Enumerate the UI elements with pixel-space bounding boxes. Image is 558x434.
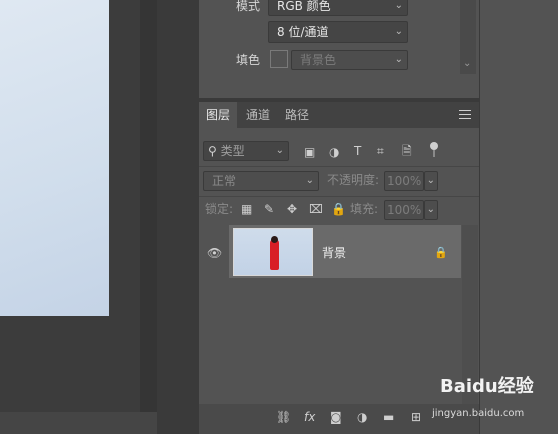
- link-icon[interactable]: ⛓: [276, 410, 291, 424]
- canvas-horizontal-scrollbar[interactable]: [0, 412, 157, 434]
- smart-object-filter-icon[interactable]: 🗎: [402, 144, 412, 158]
- lock-transparent-pixels-icon[interactable]: ▦: [241, 202, 252, 216]
- divider: [199, 166, 479, 167]
- shape-layer-filter-icon[interactable]: ⌗: [377, 144, 384, 158]
- baidu-watermark-url: jingyan.baidu.com: [432, 408, 525, 419]
- bit-depth-select[interactable]: 8 位/通道 ⌄: [268, 21, 408, 43]
- thumbnail-figure: [270, 239, 279, 270]
- opacity-dropdown[interactable]: ⌄: [424, 171, 438, 191]
- new-layer-icon[interactable]: ⊞: [411, 410, 421, 424]
- lock-artboard-icon[interactable]: ⌧: [309, 202, 323, 216]
- chevron-down-icon: ⌄: [426, 204, 435, 215]
- blend-mode-value: 正常: [212, 174, 237, 188]
- fx-icon[interactable]: fx: [304, 410, 315, 424]
- group-folder-icon[interactable]: ▬: [383, 410, 394, 424]
- mode-select-value: RGB 颜色: [277, 0, 331, 13]
- divider: [199, 196, 479, 197]
- adjustment-icon[interactable]: ◑: [357, 410, 367, 424]
- document-image[interactable]: [0, 0, 109, 316]
- panel-menu-icon[interactable]: [459, 110, 471, 120]
- layer-filter-value: 类型: [220, 144, 245, 158]
- lock-label: 锁定:: [205, 202, 234, 216]
- adjustment-layer-filter-icon[interactable]: ◑: [329, 145, 339, 159]
- search-icon: ⚲: [208, 144, 217, 158]
- eye-icon[interactable]: 👁: [207, 246, 222, 260]
- baidu-watermark: Baidu经验: [440, 376, 534, 397]
- lock-icon: 🔒: [434, 246, 448, 259]
- fill-input[interactable]: 100%: [384, 200, 424, 220]
- chevron-down-icon: ⌄: [394, 0, 403, 11]
- chevron-down-icon: ⌄: [305, 175, 314, 186]
- mode-select[interactable]: RGB 颜色 ⌄: [268, 0, 408, 16]
- type-layer-filter-icon[interactable]: T: [354, 144, 361, 158]
- layer-filter-select[interactable]: ⚲ 类型 ⌄: [203, 141, 289, 161]
- layer-name[interactable]: 背景: [322, 245, 346, 261]
- filter-toggle-icon[interactable]: [430, 142, 438, 150]
- tab-paths[interactable]: 路径: [279, 102, 315, 128]
- fill-select-value: 背景色: [300, 53, 337, 67]
- fill-color-swatch[interactable]: [270, 50, 288, 68]
- lock-position-icon[interactable]: ✥: [287, 202, 297, 216]
- fill-dropdown[interactable]: ⌄: [424, 200, 438, 220]
- chevron-down-icon: ⌄: [275, 145, 284, 156]
- canvas-vertical-scrollbar[interactable]: [140, 0, 157, 412]
- fill-color-label: 填色: [236, 53, 261, 67]
- fill-label: 填充:: [350, 202, 379, 216]
- chevron-down-icon[interactable]: ⌄: [463, 58, 471, 69]
- bit-depth-value: 8 位/通道: [277, 25, 329, 39]
- opacity-label: 不透明度:: [327, 173, 380, 187]
- opacity-input[interactable]: 100%: [384, 171, 424, 191]
- thumbnail-figure-head: [271, 236, 278, 243]
- pixel-layer-filter-icon[interactable]: ▣: [304, 145, 315, 159]
- chevron-down-icon: ⌄: [394, 54, 403, 65]
- tab-layers[interactable]: 图层: [199, 102, 237, 128]
- right-dock: [480, 0, 558, 434]
- filter-toggle-stem: [433, 150, 435, 157]
- lock-image-pixels-icon[interactable]: ✎: [264, 202, 274, 216]
- chevron-down-icon: ⌄: [394, 26, 403, 37]
- mask-icon[interactable]: ◙: [330, 410, 342, 424]
- mode-label: 模式: [236, 0, 261, 13]
- lock-all-icon[interactable]: 🔒: [331, 202, 346, 216]
- chevron-down-icon: ⌄: [426, 175, 435, 186]
- blend-mode-select[interactable]: 正常 ⌄: [203, 171, 319, 191]
- fill-select[interactable]: 背景色 ⌄: [291, 50, 408, 70]
- tab-channels[interactable]: 通道: [240, 102, 276, 128]
